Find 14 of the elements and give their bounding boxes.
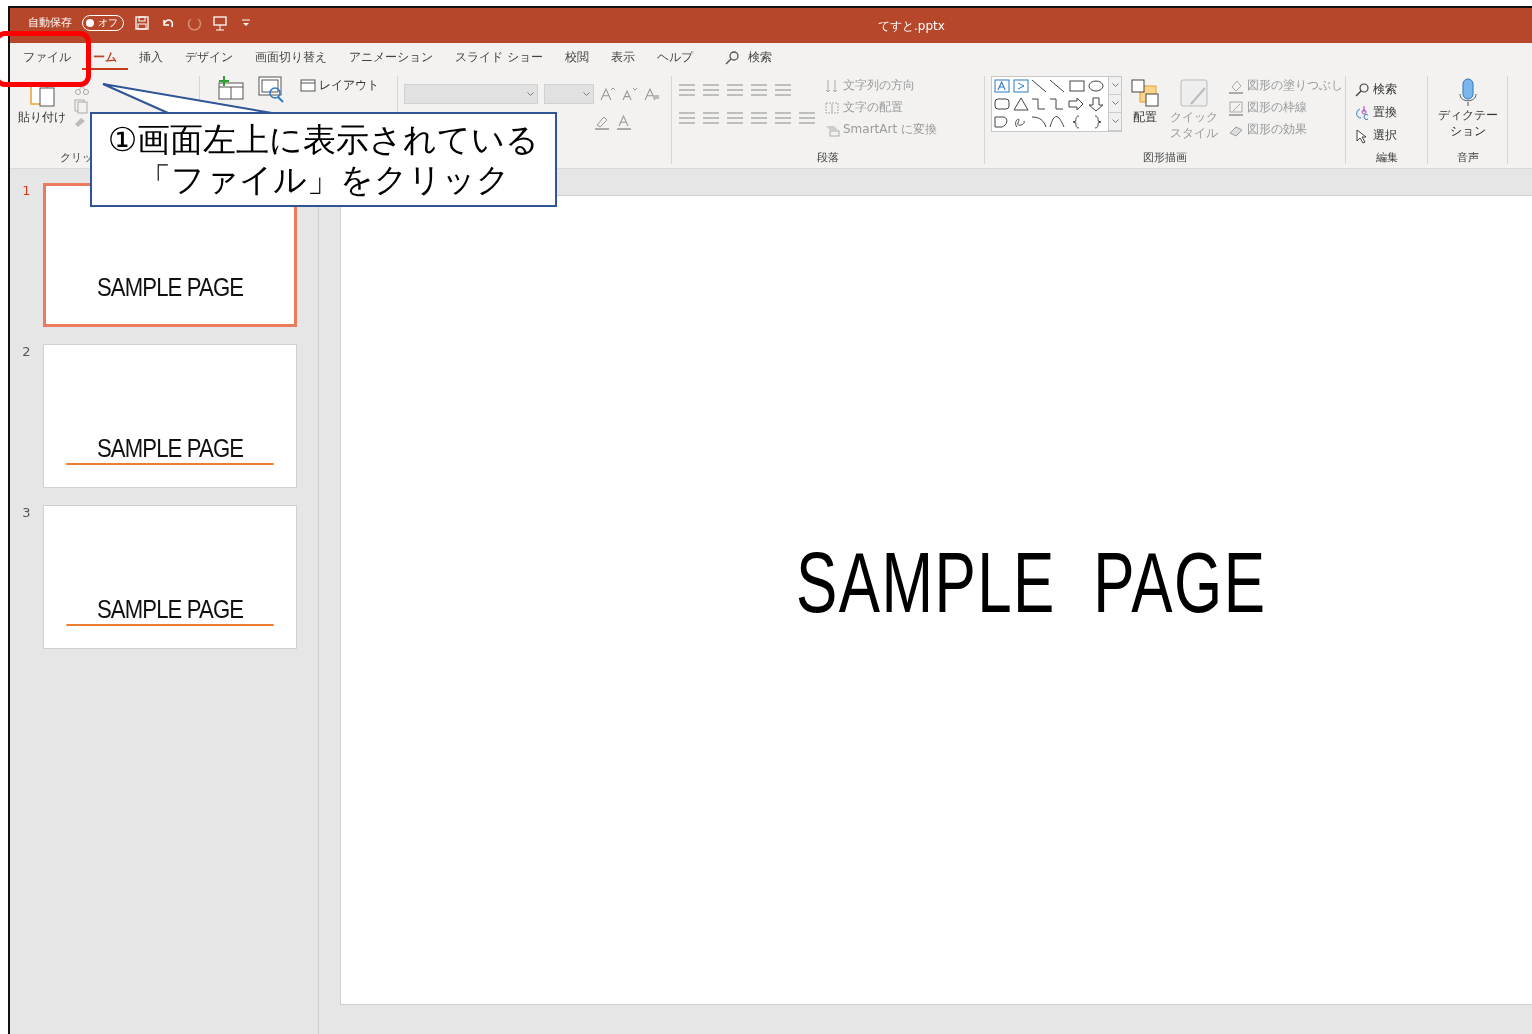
slide-number: 3: [21, 505, 32, 520]
slide-number: 2: [21, 344, 32, 359]
slide-title: SAMPLE PAGE: [796, 532, 1267, 632]
slide-title: SAMPLE PAGE: [66, 435, 274, 465]
slide-title: SAMPLE PAGE: [95, 274, 245, 302]
slide-title: SAMPLE PAGE: [66, 596, 274, 626]
window-title: てすと.pptx: [878, 18, 945, 35]
callout-text: ①画面左上に表示されている: [107, 120, 540, 160]
group-label: 段落: [816, 150, 840, 164]
slide-number: 1: [21, 183, 32, 198]
group-label: 図形描画: [1142, 150, 1188, 164]
autosave-label: 自動保存: [28, 15, 72, 30]
group-label: 音声: [1455, 150, 1480, 164]
group-label: 編集: [1374, 150, 1399, 164]
